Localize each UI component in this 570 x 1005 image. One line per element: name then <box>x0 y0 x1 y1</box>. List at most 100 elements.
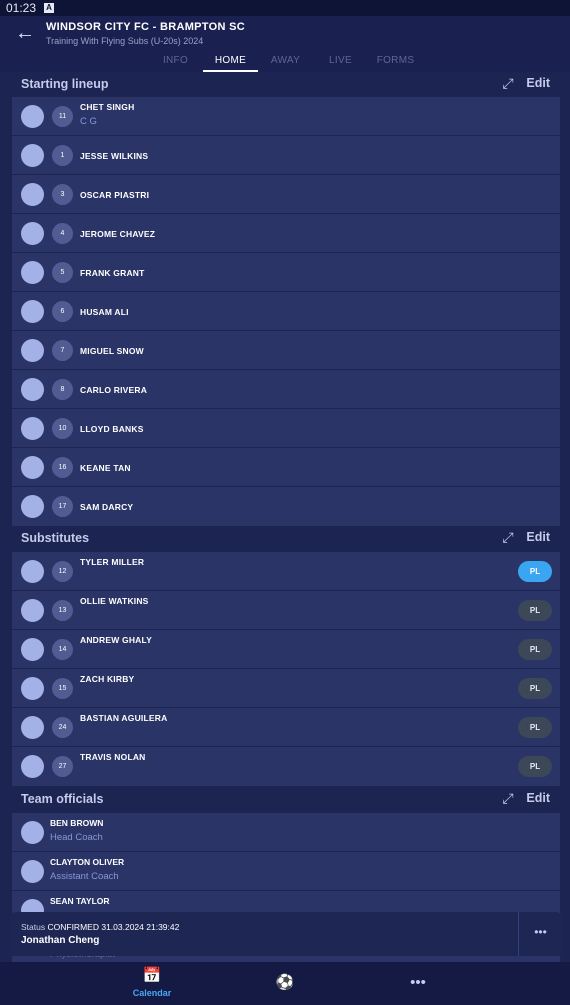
player-name: TYLER MILLER <box>80 557 145 567</box>
avatar <box>21 677 44 700</box>
player-name: ZACH KIRBY <box>80 674 135 684</box>
status-badge[interactable]: PL <box>518 717 552 738</box>
jersey-number: 17 <box>52 496 73 517</box>
avatar <box>21 339 44 362</box>
player-row[interactable]: 13 OLLIE WATKINS PL <box>12 591 560 630</box>
status-badge[interactable]: PL <box>518 756 552 777</box>
player-row[interactable]: 3 OSCAR PIASTRI <box>12 175 560 214</box>
edit-button[interactable]: Edit <box>526 791 550 805</box>
calendar-icon: 📅 <box>142 967 162 984</box>
player-row[interactable]: 1 JESSE WILKINS <box>12 136 560 175</box>
official-role: Assistant Coach <box>50 871 119 882</box>
section-title: Team officials <box>21 792 104 806</box>
status-badge[interactable]: PL <box>518 561 552 582</box>
match-title: WINDSOR CITY FC - BRAMPTON SC <box>46 21 245 33</box>
status-badge[interactable]: PL <box>518 600 552 621</box>
nav-calendar[interactable]: 📅 Calendar <box>112 967 192 998</box>
official-role: Head Coach <box>50 832 103 843</box>
avatar <box>21 222 44 245</box>
official-name: CLAYTON OLIVER <box>50 857 125 867</box>
soccer-ball-icon: ⚽ <box>275 974 295 991</box>
jersey-number: 14 <box>52 639 73 660</box>
avatar <box>21 638 44 661</box>
player-row[interactable]: 5 FRANK GRANT <box>12 253 560 292</box>
player-row[interactable]: 12 TYLER MILLER PL <box>12 552 560 591</box>
nav-label: Calendar <box>132 988 172 998</box>
jersey-number: 4 <box>52 223 73 244</box>
player-name: ANDREW GHALY <box>80 635 152 645</box>
player-row[interactable]: 8 CARLO RIVERA <box>12 370 560 409</box>
expand-icon[interactable]: ⤢ <box>500 529 516 545</box>
status-time: 01:23 <box>6 1 37 15</box>
jersey-number: 5 <box>52 262 73 283</box>
jersey-number: 15 <box>52 678 73 699</box>
jersey-number: 10 <box>52 418 73 439</box>
player-row[interactable]: 10 LLOYD BANKS <box>12 409 560 448</box>
jersey-number: 13 <box>52 600 73 621</box>
player-row[interactable]: 7 MIGUEL SNOW <box>12 331 560 370</box>
jersey-number: 8 <box>52 379 73 400</box>
player-row[interactable]: 6 HUSAM ALI <box>12 292 560 331</box>
jersey-number: 6 <box>52 301 73 322</box>
avatar <box>21 144 44 167</box>
starting-lineup-header: Starting lineup ⤢ Edit <box>10 74 562 96</box>
tab-forms[interactable]: FORMS <box>368 54 423 72</box>
tab-away[interactable]: AWAY <box>258 54 313 72</box>
avatar <box>21 560 44 583</box>
player-row[interactable]: 11 CHET SINGH C G <box>12 97 560 136</box>
avatar <box>21 599 44 622</box>
jersey-number: 7 <box>52 340 73 361</box>
section-title: Starting lineup <box>21 77 109 91</box>
player-position: C G <box>80 116 97 127</box>
player-name: SAM DARCY <box>80 502 134 512</box>
status-bar: 01:23 A <box>0 0 570 16</box>
jersey-number: 27 <box>52 756 73 777</box>
player-row[interactable]: 14 ANDREW GHALY PL <box>12 630 560 669</box>
avatar <box>21 105 44 128</box>
player-name: CARLO RIVERA <box>80 385 148 395</box>
status-badge[interactable]: PL <box>518 639 552 660</box>
player-row[interactable]: 24 BASTIAN AGUILERA PL <box>12 708 560 747</box>
nav-more[interactable]: ••• <box>378 974 458 992</box>
status-badge[interactable]: PL <box>518 678 552 699</box>
section-title: Substitutes <box>21 531 90 545</box>
more-horizontal-icon: ••• <box>410 974 426 991</box>
edit-button[interactable]: Edit <box>526 530 550 544</box>
starting-lineup-list: 11 CHET SINGH C G 1 JESSE WILKINS 3 OSCAR PIAS… <box>12 97 560 526</box>
edit-button[interactable]: Edit <box>526 76 550 90</box>
more-horizontal-icon: ••• <box>534 925 547 939</box>
player-row[interactable]: 27 TRAVIS NOLAN PL <box>12 747 560 786</box>
avatar <box>21 183 44 206</box>
nav-matches[interactable]: ⚽ <box>245 974 325 992</box>
player-name: BASTIAN AGUILERA <box>80 713 168 723</box>
more-button[interactable]: ••• <box>518 912 562 956</box>
tab-live[interactable]: LIVE <box>313 54 368 72</box>
match-subtitle: Training With Flying Subs (U-20s) 2024 <box>46 36 204 46</box>
player-row[interactable]: 17 SAM DARCY <box>12 487 560 526</box>
player-name: TRAVIS NOLAN <box>80 752 146 762</box>
player-name: LLOYD BANKS <box>80 424 144 434</box>
expand-icon[interactable]: ⤢ <box>500 790 516 806</box>
status-line: Status CONFIRMED 31.03.2024 21:39:42 <box>21 922 179 932</box>
tab-home[interactable]: HOME <box>203 54 258 72</box>
player-name: OLLIE WATKINS <box>80 596 149 606</box>
official-row[interactable]: BEN BROWN Head Coach <box>12 813 560 852</box>
match-header: ← WINDSOR CITY FC - BRAMPTON SC Training… <box>0 16 570 72</box>
back-button[interactable]: ← <box>14 22 36 44</box>
expand-icon[interactable]: ⤢ <box>500 75 516 91</box>
official-name: SEAN TAYLOR <box>50 896 110 906</box>
avatar <box>21 378 44 401</box>
jersey-number: 16 <box>52 457 73 478</box>
jersey-number: 11 <box>52 106 73 127</box>
status-user: Jonathan Cheng <box>21 935 100 946</box>
player-name: OSCAR PIASTRI <box>80 190 150 200</box>
player-row[interactable]: 4 JEROME CHAVEZ <box>12 214 560 253</box>
substitutes-header: Substitutes ⤢ Edit <box>10 528 562 550</box>
avatar <box>21 716 44 739</box>
tab-info[interactable]: INFO <box>148 54 203 72</box>
official-row[interactable]: CLAYTON OLIVER Assistant Coach <box>12 852 560 891</box>
notification-indicator: A <box>44 3 55 13</box>
player-row[interactable]: 15 ZACH KIRBY PL <box>12 669 560 708</box>
status-datetime: 31.03.2024 21:39:42 <box>101 922 180 932</box>
player-row[interactable]: 16 KEANE TAN <box>12 448 560 487</box>
